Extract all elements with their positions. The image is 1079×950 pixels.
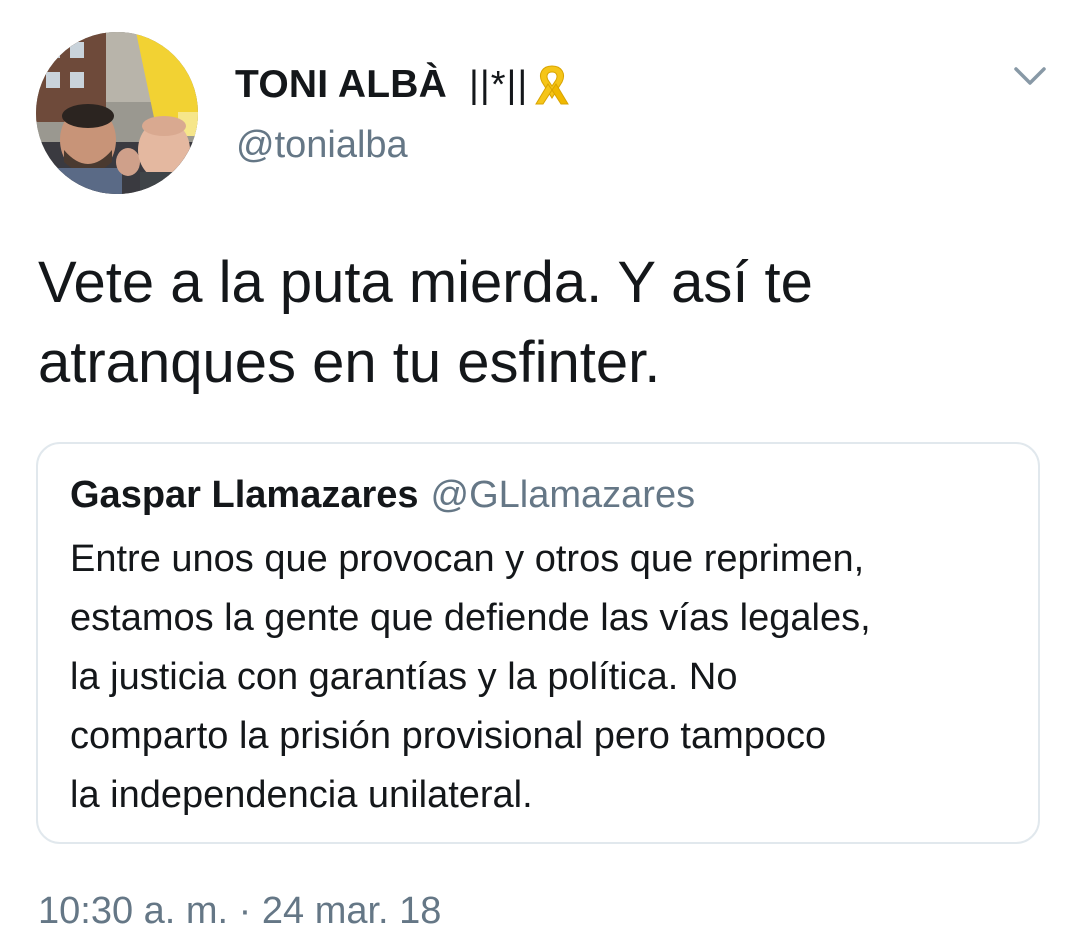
author-name-row[interactable]: TONI ALBÀ ||*|| [235,60,574,110]
author-display-name[interactable]: TONI ALBÀ [235,63,447,107]
author-name-symbols: ||*|| [468,63,529,106]
quoted-tweet-line: comparto la prisión provisional pero tam… [70,715,827,757]
tweet-text-line: Vete a la puta mierda. Y así te [38,250,813,315]
quoted-tweet-line: Entre unos que provocan y otros que repr… [70,538,865,580]
avatar-photo [36,32,198,194]
chevron-down-icon[interactable] [1012,64,1048,88]
avatar[interactable] [36,32,198,194]
quoted-tweet-line: la independencia unilateral. [70,774,533,816]
author-handle[interactable]: @tonialba [236,124,408,167]
quoted-tweet-header: Gaspar Llamazares @GLlamazares [70,474,695,517]
quoted-tweet-card[interactable]: Gaspar Llamazares @GLlamazares Entre unos… [36,442,1040,844]
quoted-tweet-text: Entre unos que provocan y otros que repr… [70,530,1030,825]
tweet-text-line: atranques en tu esfinter. [38,330,661,395]
quoted-author-name: Gaspar Llamazares [70,474,419,516]
quoted-tweet-line: estamos la gente que defiende las vías l… [70,597,871,639]
yellow-ribbon-icon [530,62,574,108]
tweet-timestamp[interactable]: 10:30 a. m. · 24 mar. 18 [38,890,441,933]
quoted-author-handle: @GLlamazares [430,474,696,516]
tweet-text: Vete a la puta mierda. Y así te atranque… [38,243,1038,403]
quoted-tweet-line: la justicia con garantías y la política.… [70,656,738,698]
